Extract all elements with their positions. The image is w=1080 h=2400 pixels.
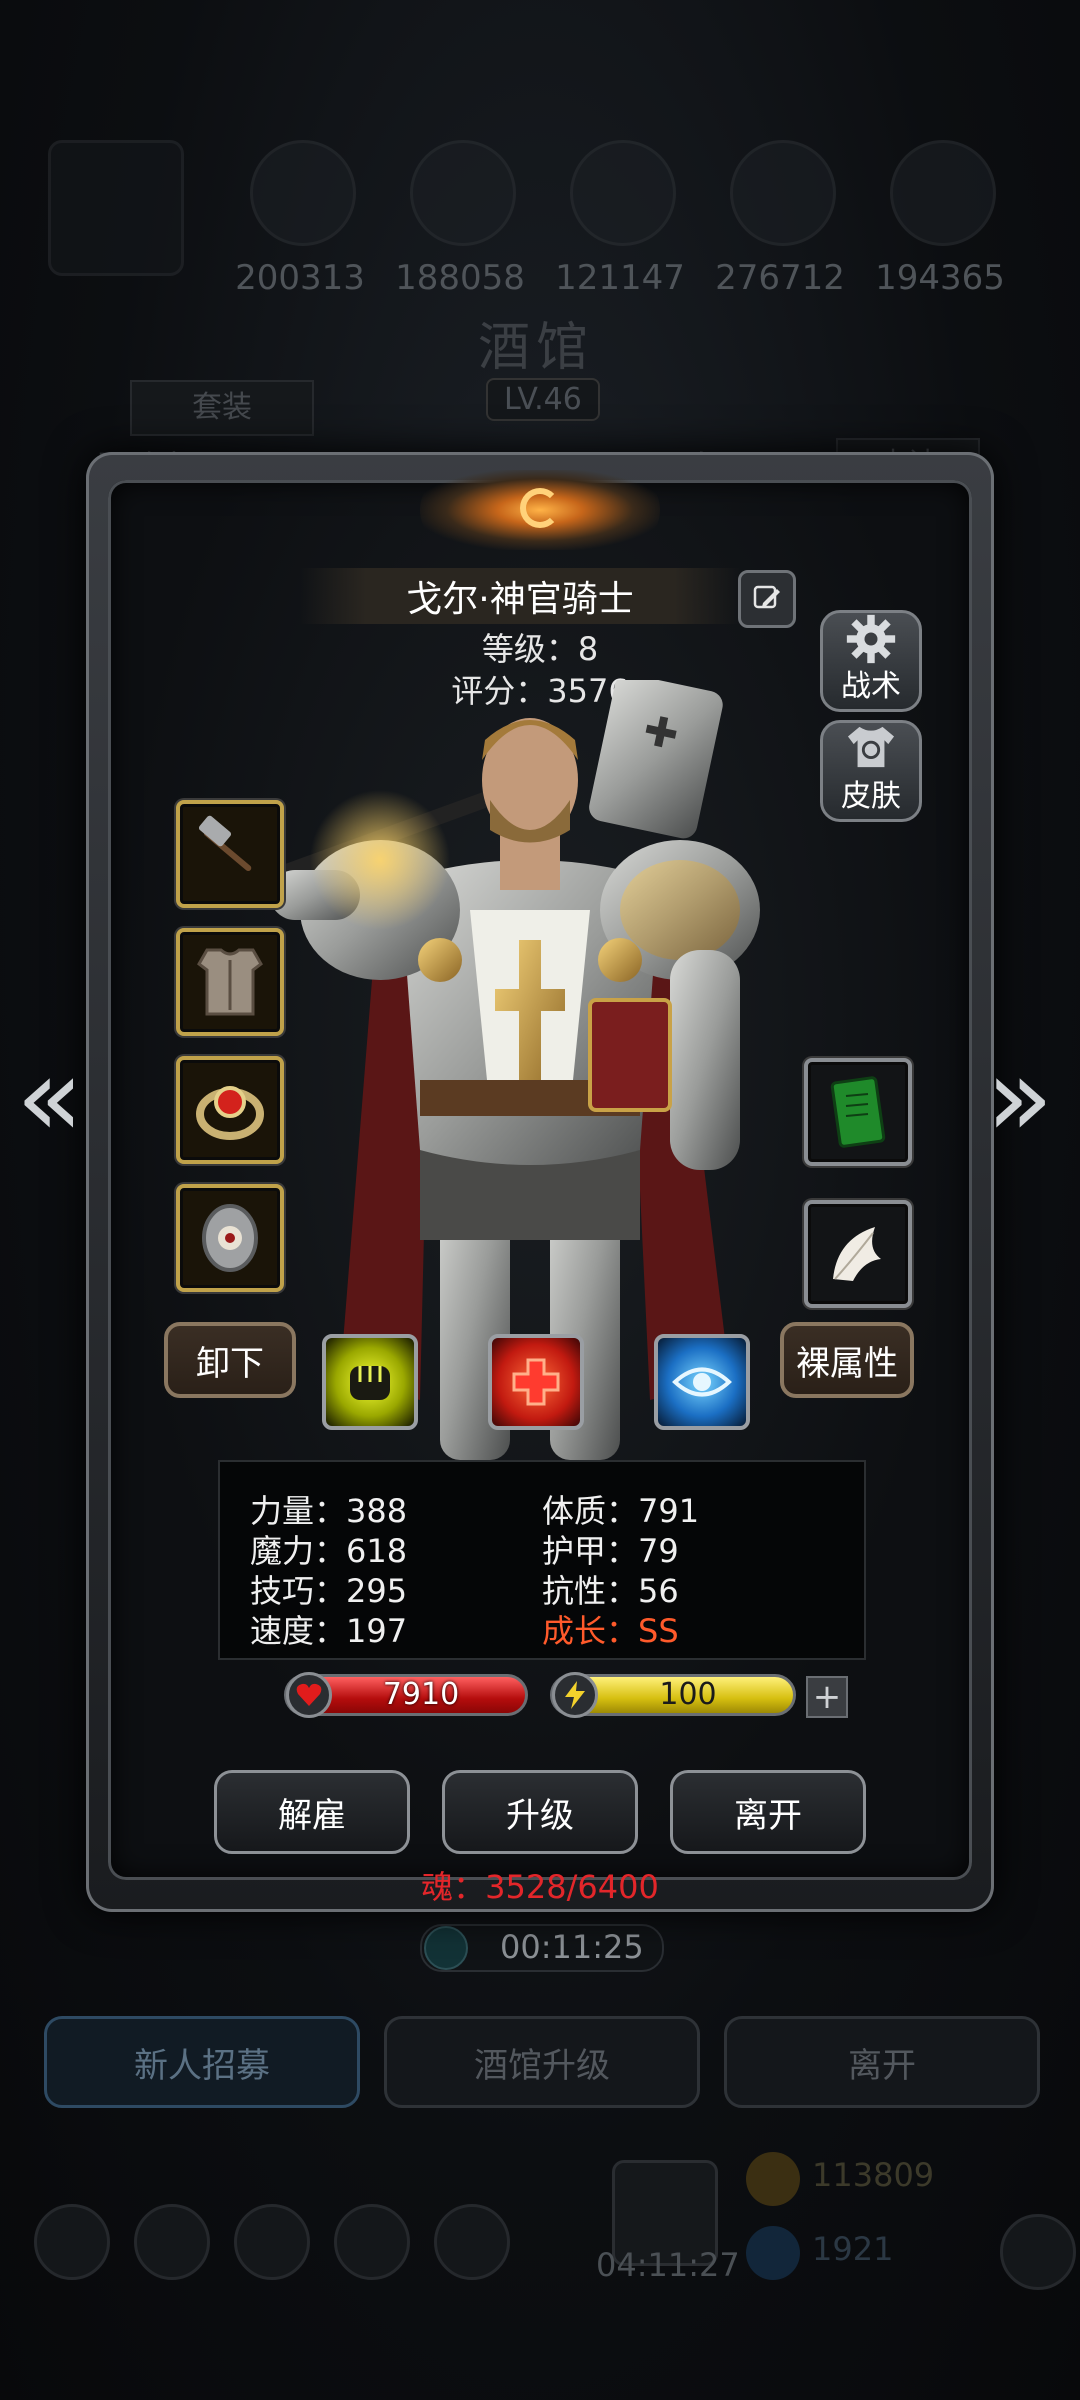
gear-icon xyxy=(846,614,896,664)
resource-icon-3 xyxy=(570,140,676,246)
tactics-button[interactable]: 战术 xyxy=(820,610,922,712)
nav-icon-right[interactable] xyxy=(1000,2214,1076,2290)
hero-name-plate: 戈尔·神官骑士 xyxy=(300,568,740,624)
unequip-button[interactable]: 卸下 xyxy=(164,1322,296,1398)
amulet-icon xyxy=(202,1204,258,1272)
nav-icon-1[interactable] xyxy=(34,2204,110,2280)
lightning-icon xyxy=(552,1672,598,1718)
prev-hero-arrow-icon[interactable]: « xyxy=(16,1042,83,1152)
equipment-slot-book[interactable] xyxy=(804,1058,912,1166)
tavern-upgrade-button[interactable]: 酒馆升级 xyxy=(384,2016,700,2108)
stat-growth: 成长：SS xyxy=(542,1612,679,1650)
nav-icon-2[interactable] xyxy=(134,2204,210,2280)
spellbook-icon xyxy=(830,1076,886,1148)
tavern-title: 酒馆 xyxy=(478,318,595,378)
skill-slot-2[interactable] xyxy=(488,1334,584,1430)
shirt-icon xyxy=(847,726,895,768)
gem-icon xyxy=(746,2226,800,2280)
resource-icon-5 xyxy=(890,140,996,246)
skin-button[interactable]: 皮肤 xyxy=(820,720,922,822)
timer-icon xyxy=(424,1926,468,1970)
leave-button[interactable]: 离开 xyxy=(670,1770,866,1854)
heart-icon xyxy=(286,1672,332,1718)
nav-icon-3[interactable] xyxy=(234,2204,310,2280)
equipment-slot-weapon[interactable] xyxy=(176,800,284,908)
gem-amount: 1921 xyxy=(812,2230,894,2268)
hero-name: 戈尔·神官骑士 xyxy=(406,579,634,620)
hammer-icon xyxy=(198,815,252,872)
resource-count-5: 194365 xyxy=(875,258,1005,298)
base-stats-button[interactable]: 裸属性 xyxy=(780,1322,914,1398)
tavern-leave-button[interactable]: 离开 xyxy=(724,2016,1040,2108)
resource-count-2: 188058 xyxy=(395,258,525,298)
resource-icon-1 xyxy=(250,140,356,246)
hp-value: 7910 xyxy=(382,1677,460,1712)
equipment-slot-amulet[interactable] xyxy=(176,1184,284,1292)
tavern-level: LV.46 xyxy=(486,378,600,421)
equipment-slot-ring[interactable] xyxy=(176,1056,284,1164)
suit-tab[interactable]: 套装 xyxy=(130,380,314,436)
resource-count-3: 121147 xyxy=(555,258,685,298)
gold-coin-icon xyxy=(746,2152,800,2206)
upgrade-button[interactable]: 升级 xyxy=(442,1770,638,1854)
soul-progress: 魂：3528/6400 xyxy=(421,1868,659,1906)
gold-amount: 113809 xyxy=(812,2156,935,2194)
moon-emblem-icon xyxy=(520,488,560,528)
skin-label: 皮肤 xyxy=(841,779,901,814)
stat-speed: 速度：197 xyxy=(250,1612,408,1650)
pencil-icon xyxy=(753,585,780,609)
resource-count-4: 276712 xyxy=(715,258,845,298)
chest-armor-icon xyxy=(197,948,263,1016)
eye-icon xyxy=(672,1367,732,1397)
tactics-label: 战术 xyxy=(841,669,901,704)
nav-icon-5[interactable] xyxy=(434,2204,510,2280)
skill-slot-3[interactable] xyxy=(654,1334,750,1430)
timer-text: 00:11:25 xyxy=(500,1928,644,1966)
add-energy-button[interactable]: + xyxy=(806,1676,848,1718)
heal-cross-icon xyxy=(512,1358,560,1406)
resource-icon-2 xyxy=(410,140,516,246)
nav-icon-4[interactable] xyxy=(334,2204,410,2280)
recruit-button[interactable]: 新人招募 xyxy=(44,2016,360,2108)
edit-name-button[interactable] xyxy=(738,570,796,628)
energy-value: 100 xyxy=(659,1677,717,1712)
equipment-slot-armor[interactable] xyxy=(176,928,284,1036)
next-hero-arrow-icon[interactable]: » xyxy=(986,1042,1053,1152)
ring-icon xyxy=(196,1086,264,1140)
gift-timer: 04:11:27 xyxy=(596,2246,740,2284)
resource-slot-main xyxy=(48,140,184,276)
feather-icon xyxy=(833,1227,881,1281)
skill-slot-1[interactable] xyxy=(322,1334,418,1430)
equipment-slot-feather[interactable] xyxy=(804,1200,912,1308)
resource-count-1: 200313 xyxy=(235,258,365,298)
fist-icon xyxy=(350,1366,390,1400)
dismiss-button[interactable]: 解雇 xyxy=(214,1770,410,1854)
resource-icon-4 xyxy=(730,140,836,246)
